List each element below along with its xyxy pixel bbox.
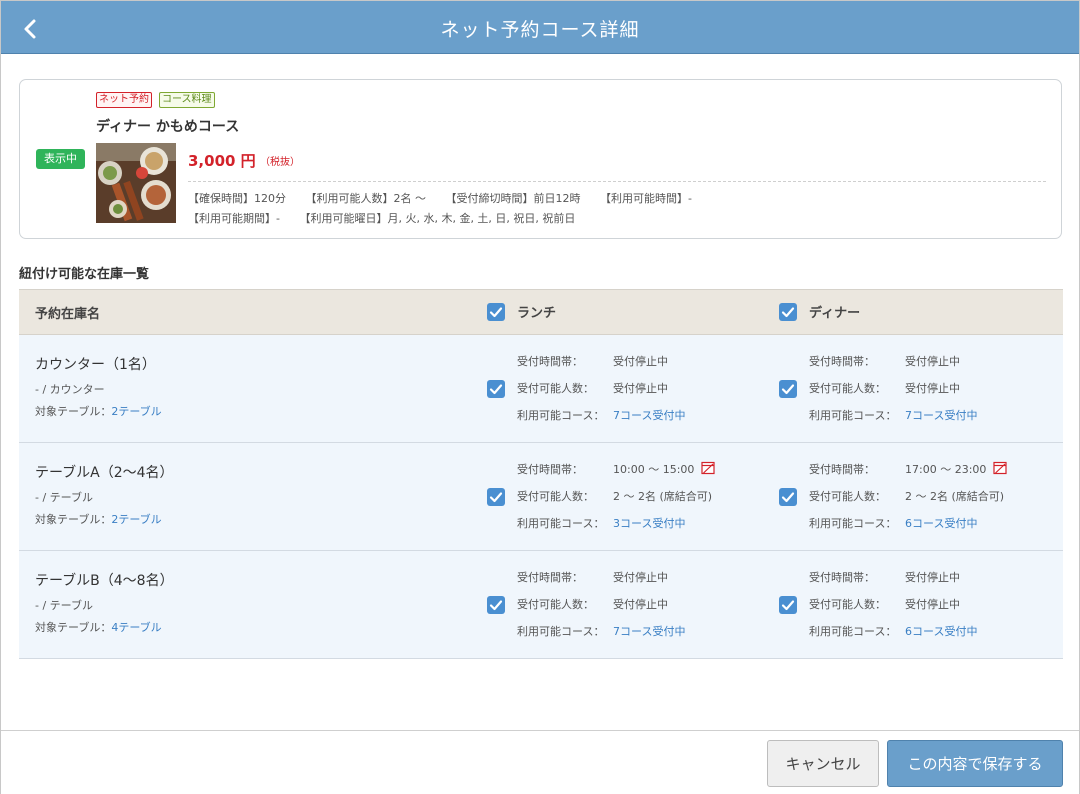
- lunch-checkbox[interactable]: [487, 488, 505, 506]
- inventory-type: - / カウンター: [35, 383, 105, 396]
- page-title: ネット予約コース詳細: [440, 19, 640, 41]
- dinner-details: 受付時間帯： 17:00 〜 23:00 受付可能人数： 2 〜 2名 (席結合可)…: [809, 461, 1059, 542]
- inventory-name: テーブルA（2〜4名）: [35, 465, 174, 481]
- lunch-details: 受付時間帯： 受付停止中 受付可能人数： 受付停止中 利用可能コース： 7コース受付中: [517, 355, 686, 423]
- dinner-checkbox[interactable]: [779, 596, 797, 614]
- check-icon[interactable]: [779, 488, 797, 506]
- target-tables: 対象テーブル：4テーブル: [35, 621, 162, 634]
- inventory-table: 予約在庫名 ランチ ディナー カウンター（1名） - / カウンター 対象テーブ…: [19, 289, 1063, 659]
- meta-weekdays: 【利用可能曜日】月, 火, 水, 木, 金, 土, 日, 祝日, 祝前日: [299, 212, 576, 225]
- lunch-courses-link[interactable]: 7コース受付中: [613, 407, 685, 423]
- course-meta-row: 【利用可能期間】- 【利用可能曜日】月, 火, 水, 木, 金, 土, 日, 祝…: [188, 210, 591, 226]
- check-icon[interactable]: [487, 488, 505, 506]
- course-meta-row: 【確保時間】120分 【利用可能人数】2名 〜 【受付締切時間】前日12時 【利…: [188, 190, 708, 206]
- dinner-checkbox[interactable]: [779, 488, 797, 506]
- dinner-checkbox[interactable]: [779, 380, 797, 398]
- lunch-checkbox[interactable]: [487, 596, 505, 614]
- save-button[interactable]: この内容で保存する: [887, 740, 1063, 787]
- check-icon[interactable]: [779, 596, 797, 614]
- meta-available-time: 【利用可能時間】-: [600, 192, 692, 205]
- lunch-courses-link[interactable]: 7コース受付中: [613, 623, 685, 639]
- lunch-courses-link[interactable]: 3コース受付中: [613, 515, 685, 531]
- table-row: テーブルB（4〜8名） - / テーブル 対象テーブル：4テーブル 受付時間帯：…: [19, 551, 1063, 659]
- target-tables-link[interactable]: 4テーブル: [111, 621, 161, 634]
- inventory-name: テーブルB（4〜8名）: [35, 573, 174, 589]
- column-header-dinner: ディナー: [809, 306, 861, 321]
- price-tax-note: （税抜）: [260, 157, 300, 168]
- target-tables-link[interactable]: 2テーブル: [111, 513, 161, 526]
- check-icon[interactable]: [779, 380, 797, 398]
- table-header: 予約在庫名 ランチ ディナー: [19, 289, 1063, 335]
- check-icon[interactable]: [487, 380, 505, 398]
- dinner-details: 受付時間帯： 受付停止中 受付可能人数： 受付停止中 利用可能コース： 6コース受付中: [809, 571, 978, 639]
- target-tables: 対象テーブル：2テーブル: [35, 513, 162, 526]
- course-price: 3,000 円: [188, 152, 256, 170]
- column-header-lunch: ランチ: [517, 306, 557, 321]
- course-name: ディナー かもめコース: [96, 119, 240, 135]
- table-row: カウンター（1名） - / カウンター 対象テーブル：2テーブル 受付時間帯：受…: [19, 335, 1063, 443]
- dinner-courses-link[interactable]: 6コース受付中: [905, 515, 977, 531]
- check-icon[interactable]: [487, 303, 505, 321]
- footer-bar: キャンセル この内容で保存する: [1, 730, 1079, 794]
- lunch-details: 受付時間帯： 10:00 〜 15:00 受付可能人数： 2 〜 2名 (席結合可)…: [517, 461, 767, 542]
- inventory-type: - / テーブル: [35, 491, 94, 504]
- dinner-courses-link[interactable]: 6コース受付中: [905, 623, 977, 639]
- dinner-courses-link[interactable]: 7コース受付中: [905, 407, 977, 423]
- divider: [188, 181, 1046, 182]
- meta-hold-time: 【確保時間】120分: [188, 192, 286, 205]
- tag-course-meal: コース料理: [159, 92, 215, 108]
- tag-net-reservation: ネット予約: [96, 92, 152, 108]
- column-header-name: 予約在庫名: [35, 307, 101, 322]
- table-row: テーブルA（2〜4名） - / テーブル 対象テーブル：2テーブル 受付時間帯：…: [19, 443, 1063, 551]
- status-badge: 表示中: [36, 149, 85, 169]
- calendar-edit-icon[interactable]: [993, 461, 1007, 475]
- lunch-checkbox[interactable]: [487, 380, 505, 398]
- dinner-select-all-checkbox[interactable]: [779, 303, 797, 321]
- inventory-name: カウンター（1名）: [35, 357, 156, 373]
- course-card: 表示中 ネット予約 コース料理 ディナー かもめコース 3,000 円 （税抜）…: [19, 79, 1062, 239]
- lunch-details: 受付時間帯： 受付停止中 受付可能人数： 受付停止中 利用可能コース： 7コース受付中: [517, 571, 686, 639]
- section-title: 紐付け可能な在庫一覧: [19, 267, 150, 282]
- meta-people: 【利用可能人数】2名 〜: [305, 192, 427, 205]
- calendar-edit-icon[interactable]: [701, 461, 715, 475]
- dinner-details: 受付時間帯： 受付停止中 受付可能人数： 受付停止中 利用可能コース： 7コース受付中: [809, 355, 978, 423]
- lunch-select-all-checkbox[interactable]: [487, 303, 505, 321]
- course-image: [96, 143, 176, 223]
- target-tables: 対象テーブル：2テーブル: [35, 405, 162, 418]
- check-icon[interactable]: [487, 596, 505, 614]
- meta-deadline: 【受付締切時間】前日12時: [445, 192, 581, 205]
- inventory-type: - / テーブル: [35, 599, 94, 612]
- check-icon[interactable]: [779, 303, 797, 321]
- target-tables-link[interactable]: 2テーブル: [111, 405, 161, 418]
- meta-period: 【利用可能期間】-: [188, 212, 280, 225]
- app-header: ネット予約コース詳細: [1, 1, 1079, 54]
- cancel-button[interactable]: キャンセル: [767, 740, 879, 787]
